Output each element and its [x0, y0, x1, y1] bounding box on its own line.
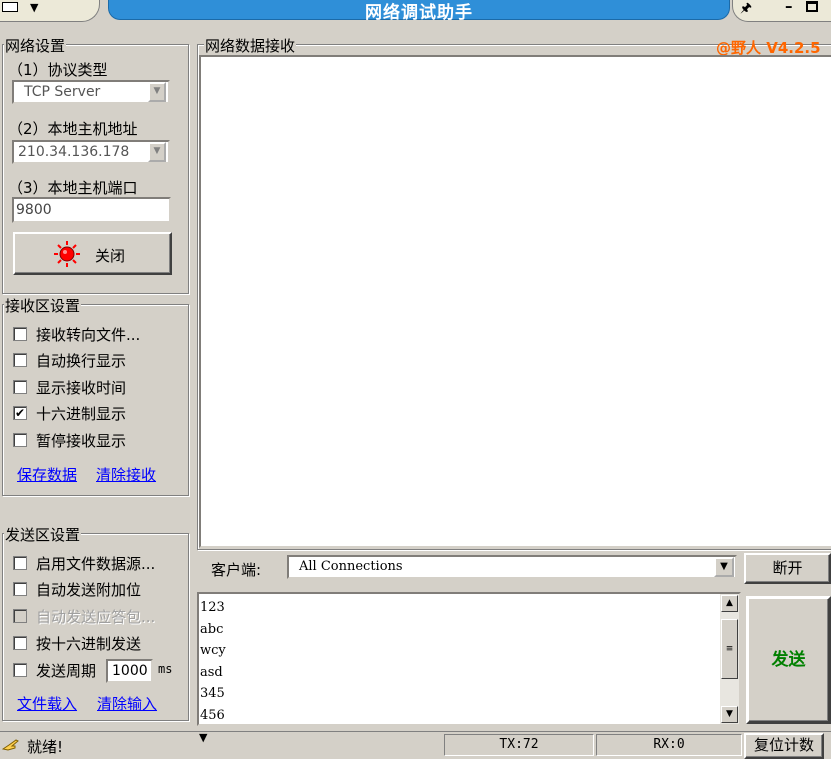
send-line: 345	[200, 686, 225, 701]
pause-display-label[interactable]: 暂停接收显示	[36, 430, 126, 451]
hex-send-checkbox[interactable]	[13, 636, 27, 650]
clear-receive-link[interactable]: 清除接收	[96, 464, 156, 485]
hex-display-checkbox[interactable]: ✔	[13, 406, 27, 420]
save-data-link[interactable]: 保存数据	[17, 464, 77, 485]
status-arrow-icon: ▼	[199, 731, 208, 744]
receive-to-file-checkbox[interactable]	[13, 327, 27, 341]
maximize-button[interactable]	[806, 1, 818, 12]
minimize-button[interactable]: –	[785, 0, 793, 15]
hex-send-label[interactable]: 按十六进制发送	[36, 633, 141, 654]
receive-panel-title: 网络数据接收	[204, 35, 297, 56]
pin-icon[interactable]: 🖈	[740, 0, 752, 21]
auto-append-label[interactable]: 自动发送附加位	[36, 579, 141, 600]
send-period-label[interactable]: 发送周期	[36, 660, 96, 681]
host-dropdown-icon[interactable]: ▼	[148, 142, 166, 162]
auto-reply-checkbox	[13, 609, 27, 623]
send-line: abc	[200, 621, 224, 637]
send-line: 456	[200, 707, 225, 723]
protocol-dropdown-icon[interactable]: ▼	[148, 82, 166, 102]
client-label: 客户端:	[211, 561, 262, 579]
window-title: 网络调试助手	[365, 3, 473, 23]
protocol-label: （1）协议类型	[8, 61, 108, 79]
status-text: 就绪!	[27, 738, 64, 756]
auto-wrap-label[interactable]: 自动换行显示	[36, 350, 126, 371]
send-line: asd	[200, 664, 223, 680]
show-receive-time-checkbox[interactable]	[13, 380, 27, 394]
file-source-checkbox[interactable]	[13, 556, 27, 570]
network-settings-title: 网络设置	[4, 35, 67, 56]
send-button-label: 发送	[771, 650, 806, 670]
disconnect-button[interactable]: 断开	[744, 553, 831, 584]
send-button[interactable]: 发送	[746, 596, 831, 724]
led-indicator-icon	[54, 241, 80, 267]
send-line: 123	[200, 600, 225, 615]
disconnect-button-label: 断开	[772, 559, 803, 577]
scroll-thumb[interactable]: ≡	[721, 619, 738, 679]
system-menu-arrow-icon[interactable]: ▼	[30, 1, 38, 14]
hex-display-label[interactable]: 十六进制显示	[36, 403, 126, 424]
status-divider	[0, 731, 831, 732]
send-period-input[interactable]: 1000	[106, 659, 153, 683]
send-line: wcy	[200, 643, 226, 658]
rx-counter: RX:0	[596, 734, 742, 756]
receive-to-file-label[interactable]: 接收转向文件...	[36, 324, 140, 345]
client-dropdown-icon[interactable]: ▼	[714, 557, 734, 577]
reset-count-label: 复位计数	[753, 736, 814, 754]
host-select[interactable]: 210.34.136.178	[12, 140, 170, 164]
scroll-up-icon[interactable]: ▲	[721, 595, 738, 612]
auto-reply-label: 自动发送应答包...	[36, 608, 156, 626]
port-label: （3）本地主机端口	[8, 179, 138, 197]
scroll-down-icon[interactable]: ▼	[721, 706, 738, 723]
host-value: 210.34.136.178	[18, 144, 130, 160]
auto-wrap-checkbox[interactable]	[13, 353, 27, 367]
file-source-label[interactable]: 启用文件数据源...	[36, 553, 155, 574]
send-settings-title: 发送区设置	[4, 524, 82, 545]
file-load-link[interactable]: 文件载入	[17, 693, 77, 714]
close-button[interactable]: 关闭	[13, 232, 172, 275]
protocol-value: TCP Server	[24, 84, 101, 100]
send-period-checkbox[interactable]	[13, 663, 27, 677]
send-text-area[interactable]: 123 abc wcy asd 345 456 ▲ ≡ ▼	[197, 592, 741, 726]
auto-append-checkbox[interactable]	[13, 582, 27, 596]
clear-input-link[interactable]: 清除输入	[97, 693, 157, 714]
receive-text-area[interactable]	[199, 55, 831, 548]
app-icon[interactable]	[2, 2, 18, 12]
show-receive-time-label[interactable]: 显示接收时间	[36, 377, 126, 398]
pause-display-checkbox[interactable]	[13, 433, 27, 447]
receive-settings-title: 接收区设置	[4, 295, 82, 316]
host-label: （2）本地主机地址	[8, 120, 138, 138]
reset-count-button[interactable]: 复位计数	[744, 733, 824, 759]
status-hand-icon	[2, 739, 19, 751]
close-button-label: 关闭	[95, 247, 126, 265]
tx-counter: TX:72	[444, 734, 594, 756]
client-selected-value: All Connections	[299, 559, 403, 574]
protocol-select[interactable]: TCP Server	[12, 80, 170, 104]
port-input[interactable]: 9800	[12, 197, 171, 223]
send-period-unit: ms	[158, 662, 173, 676]
send-scrollbar[interactable]: ▲ ≡ ▼	[720, 594, 739, 724]
client-select[interactable]: All Connections	[287, 555, 737, 579]
